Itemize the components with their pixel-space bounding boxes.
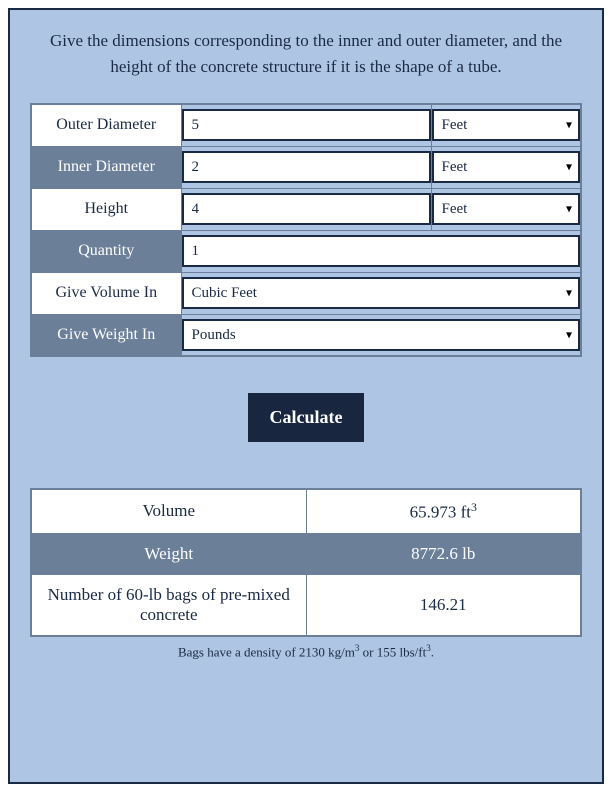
inner-diameter-input[interactable] bbox=[182, 151, 431, 183]
bags-result-value: 146.21 bbox=[306, 574, 581, 636]
volume-result-label: Volume bbox=[31, 489, 306, 533]
height-label: Height bbox=[31, 188, 181, 230]
quantity-label: Quantity bbox=[31, 230, 181, 272]
instruction-text: Give the dimensions corresponding to the… bbox=[30, 28, 582, 79]
calculator-panel: Give the dimensions corresponding to the… bbox=[8, 8, 604, 784]
inner-diameter-label: Inner Diameter bbox=[31, 146, 181, 188]
quantity-input[interactable] bbox=[182, 235, 581, 267]
outer-diameter-input[interactable] bbox=[182, 109, 431, 141]
outer-diameter-unit[interactable]: Feet bbox=[432, 109, 581, 141]
footnote-text: Bags have a density of 2130 kg/m3 or 155… bbox=[30, 643, 582, 660]
weight-unit-select[interactable]: Pounds bbox=[182, 319, 581, 351]
weight-result-value: 8772.6 lb bbox=[306, 533, 581, 574]
weight-result-label: Weight bbox=[31, 533, 306, 574]
results-table: Volume 65.973 ft3 Weight 8772.6 lb Numbe… bbox=[30, 488, 582, 637]
volume-in-label: Give Volume In bbox=[31, 272, 181, 314]
outer-diameter-label: Outer Diameter bbox=[31, 104, 181, 146]
inner-diameter-unit[interactable]: Feet bbox=[432, 151, 581, 183]
calculate-button[interactable]: Calculate bbox=[248, 393, 365, 442]
height-unit[interactable]: Feet bbox=[432, 193, 581, 225]
bags-result-label: Number of 60-lb bags of pre-mixed concre… bbox=[31, 574, 306, 636]
input-form: Outer Diameter Feet Inner Diameter Feet … bbox=[30, 103, 582, 357]
volume-result-value: 65.973 ft3 bbox=[306, 489, 581, 533]
volume-unit-select[interactable]: Cubic Feet bbox=[182, 277, 581, 309]
height-input[interactable] bbox=[182, 193, 431, 225]
weight-in-label: Give Weight In bbox=[31, 314, 181, 356]
